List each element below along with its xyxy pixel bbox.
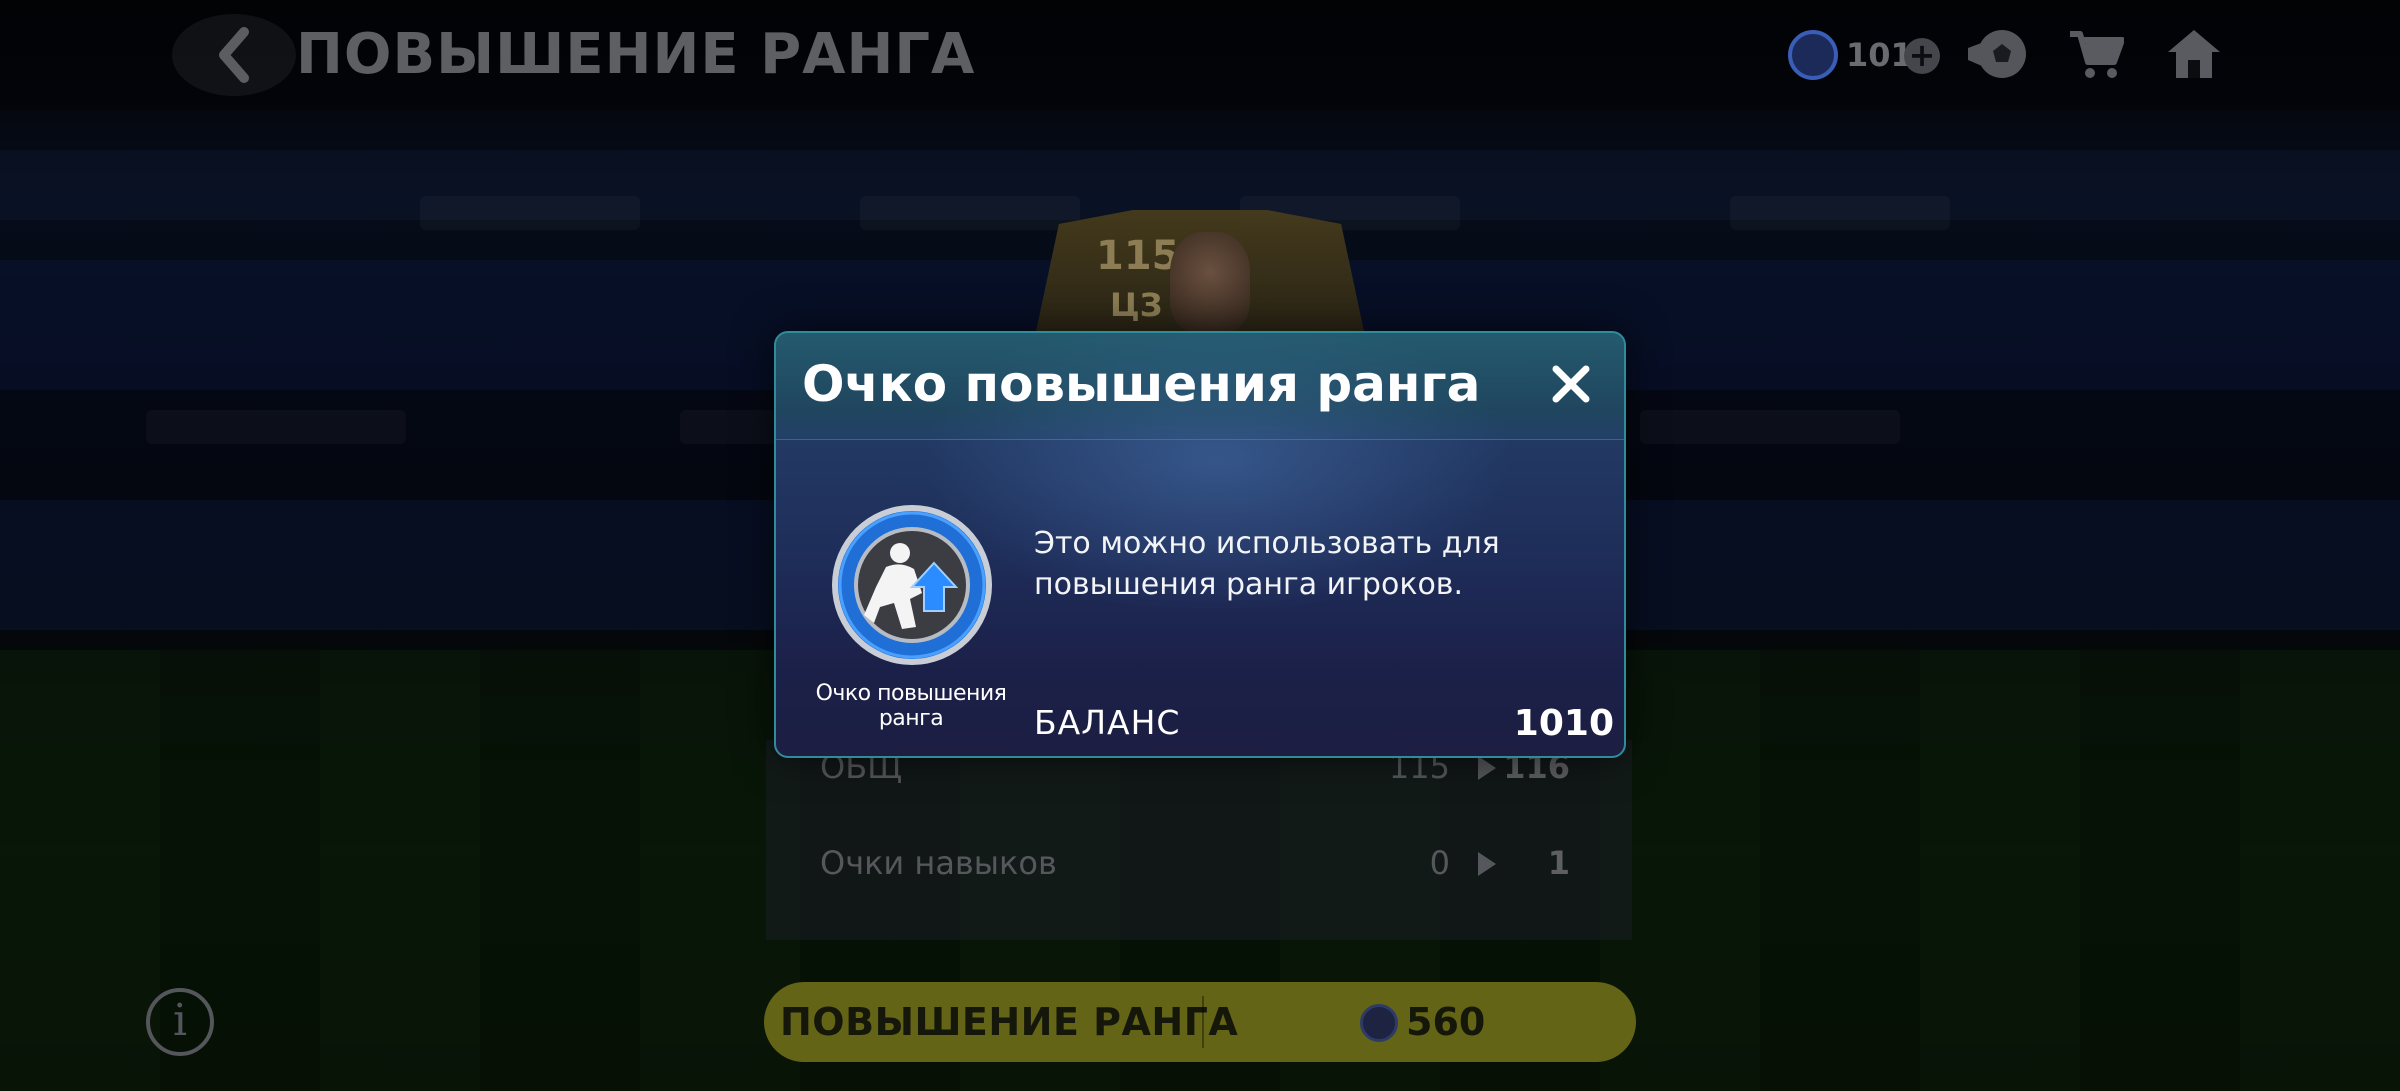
chevron-left-icon — [219, 27, 249, 83]
player-card-position: ЦЗ — [1110, 286, 1163, 324]
player-card-ovr: 115 — [1096, 233, 1180, 279]
rank-up-point-icon — [1788, 30, 1838, 80]
rank-up-button[interactable]: ПОВЫШЕНИЕ РАНГА 560 — [764, 982, 1636, 1062]
dialog-title: Очко повышения ранга — [802, 355, 1481, 413]
arrow-right-icon — [1478, 852, 1496, 876]
stat-to: 1 — [1547, 844, 1570, 882]
stat-from: 0 — [1429, 844, 1450, 882]
back-button[interactable] — [172, 14, 296, 96]
player-portrait — [1170, 232, 1250, 332]
top-bar: ПОВЫШЕНИЕ РАНГА 1010 + — [0, 0, 2400, 110]
item-info-dialog: Очко повышения ранга Очко повышения ранг… — [774, 331, 1626, 758]
rank-up-point-icon — [1360, 1004, 1398, 1042]
item-name: Очко повышения ранга — [815, 681, 1007, 731]
stat-label: Очки навыков — [820, 844, 1057, 882]
close-icon[interactable] — [1546, 359, 1596, 409]
cart-icon[interactable] — [2068, 28, 2124, 80]
add-currency-button[interactable]: + — [1904, 38, 1940, 74]
dialog-header: Очко повышения ранга — [776, 333, 1624, 440]
page-title: ПОВЫШЕНИЕ РАНГА — [296, 22, 976, 87]
arrow-right-icon — [1478, 756, 1496, 780]
balance-value: 1010 — [1513, 703, 1614, 744]
rank-up-button-label: ПОВЫШЕНИЕ РАНГА — [780, 1000, 1239, 1044]
divider — [1202, 996, 1204, 1048]
balance-label: БАЛАНС — [1034, 703, 1181, 742]
rank-up-cost: 560 — [1406, 1000, 1486, 1044]
item-description: Это можно использовать для повышения ран… — [1034, 526, 1500, 602]
home-icon[interactable] — [2166, 26, 2222, 80]
soccer-ball-icon[interactable] — [1966, 26, 2030, 82]
rank-up-point-icon — [832, 505, 992, 665]
info-icon[interactable]: i — [146, 988, 214, 1056]
stat-row-skill-points: Очки навыков 0 1 — [820, 844, 1580, 894]
